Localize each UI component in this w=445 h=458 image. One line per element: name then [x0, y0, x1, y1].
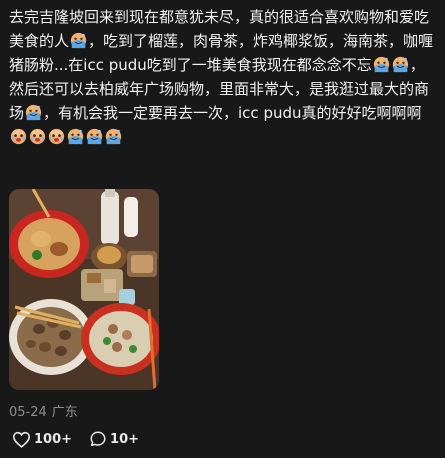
post-actions: 100+ 10+: [12, 430, 139, 448]
heart-icon: [12, 431, 31, 448]
food-photo-icon: [9, 189, 159, 390]
comment-button[interactable]: 10+: [89, 430, 139, 448]
comment-count: 10+: [110, 431, 140, 447]
crying-face-icon: [29, 128, 46, 145]
comment-icon: [90, 431, 106, 447]
sweat-smile-icon: [25, 104, 42, 121]
post-photo[interactable]: [9, 189, 159, 390]
like-count: 100+: [34, 431, 73, 447]
sweat-smile-icon: [70, 32, 87, 49]
sweat-smile-icon: [373, 56, 389, 73]
post: 去完吉隆坡回来到现在都意犹未尽，真的很适合喜欢购物和爱吃美食的人 ，吃到了榴莲，肉…: [9, 0, 439, 448]
sweat-smile-icon: [86, 128, 103, 145]
like-button[interactable]: 100+: [12, 431, 72, 448]
post-location: 广东: [51, 405, 78, 420]
post-meta: 05-24 广东: [9, 401, 78, 420]
crying-face-icon: [48, 128, 65, 145]
sweat-smile-icon: [105, 128, 122, 145]
sweat-smile-icon: [392, 56, 408, 73]
post-text: 去完吉隆坡回来到现在都意犹未尽，真的很适合喜欢购物和爱吃美食的人 ，吃到了榴莲，肉…: [9, 0, 439, 149]
post-text-segment: ，有机会我一定要再去一次，icc pudu真的好好吃啊啊啊: [43, 104, 422, 122]
post-date: 05-24: [9, 405, 47, 420]
sweat-smile-icon: [67, 128, 84, 145]
crying-face-icon: [10, 128, 27, 145]
